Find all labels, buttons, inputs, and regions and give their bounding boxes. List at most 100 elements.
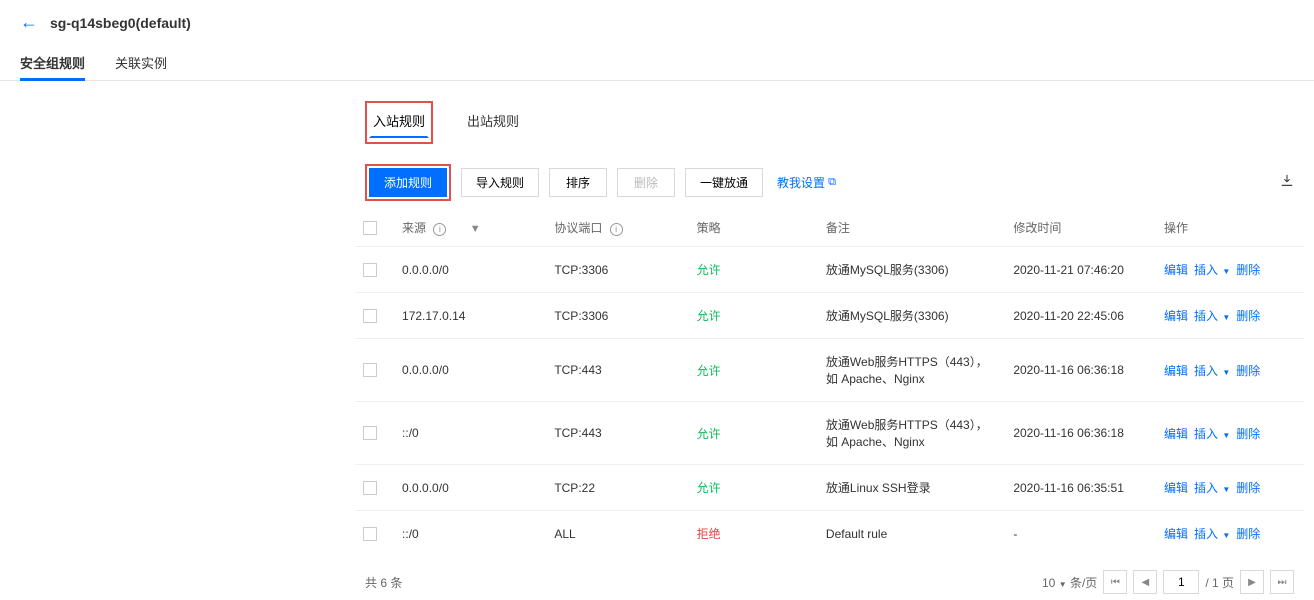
toolbar: 添加规则 导入规则 排序 删除 一键放通 教我设置 ⧉ [355,156,1304,209]
cell-actions: 编辑插入 ▼ 删除 [1156,402,1304,465]
cell-policy: 允许 [689,402,818,465]
row-checkbox[interactable] [363,363,377,377]
sub-tab-inbound[interactable]: 入站规则 [365,101,433,144]
next-page-button[interactable]: ▶ [1240,570,1264,594]
table-footer: 共 6 条 10 ▼ 条/页 ⏮ ◀ / 1 页 ▶ ⏭ [355,556,1304,600]
delete-link[interactable]: 删除 [1236,481,1260,495]
current-page-input[interactable] [1163,570,1199,594]
edit-link[interactable]: 编辑 [1164,527,1188,541]
chevron-down-icon: ▼ [1222,531,1230,540]
cell-source: 172.17.0.14 [394,293,546,339]
total-count: 共 6 条 [365,574,402,591]
row-checkbox[interactable] [363,426,377,440]
col-note-label: 备注 [818,209,1005,247]
info-icon[interactable]: i [610,223,623,236]
tab-security-rules[interactable]: 安全组规则 [20,45,85,80]
table-row: ::/0TCP:443允许放通Web服务HTTPS（443），如 Apache、… [355,402,1304,465]
cell-actions: 编辑插入 ▼ 删除 [1156,247,1304,293]
page-size-selector[interactable]: 10 ▼ 条/页 [1042,574,1097,591]
table-header-row: 来源 i ▼ 协议端口 i 策略 备注 修改时间 操作 [355,209,1304,247]
cell-actions: 编辑插入 ▼ 删除 [1156,293,1304,339]
import-rule-button[interactable]: 导入规则 [461,168,539,197]
cell-protocol: TCP:22 [546,465,688,511]
prev-page-button[interactable]: ◀ [1133,570,1157,594]
col-operation-label: 操作 [1156,209,1304,247]
cell-note: 放通MySQL服务(3306) [818,293,1005,339]
cell-note: 放通Linux SSH登录 [818,465,1005,511]
cell-actions: 编辑插入 ▼ 删除 [1156,511,1304,557]
sub-tab-inbound-label: 入站规则 [369,107,429,138]
cell-modified: 2020-11-16 06:36:18 [1005,339,1156,402]
edit-link[interactable]: 编辑 [1164,364,1188,378]
sort-button[interactable]: 排序 [549,168,607,197]
cell-policy: 允许 [689,247,818,293]
add-rule-highlight: 添加规则 [365,164,451,201]
cell-note: 放通MySQL服务(3306) [818,247,1005,293]
insert-link[interactable]: 插入 ▼ [1194,481,1230,495]
insert-link[interactable]: 插入 ▼ [1194,427,1230,441]
external-link-icon: ⧉ [828,176,836,189]
add-rule-button[interactable]: 添加规则 [369,168,447,197]
insert-link[interactable]: 插入 ▼ [1194,309,1230,323]
delete-link[interactable]: 删除 [1236,309,1260,323]
row-checkbox[interactable] [363,263,377,277]
sub-tabs: 入站规则 出站规则 [355,101,1304,156]
cell-note: Default rule [818,511,1005,557]
delete-link[interactable]: 删除 [1236,364,1260,378]
page-header: ← sg-q14sbeg0(default) [0,0,1314,45]
insert-link[interactable]: 插入 ▼ [1194,527,1230,541]
cell-modified: 2020-11-16 06:35:51 [1005,465,1156,511]
rules-table: 来源 i ▼ 协议端口 i 策略 备注 修改时间 操作 0.0.0.0/0TCP… [355,209,1304,556]
cell-policy: 允许 [689,465,818,511]
first-page-button[interactable]: ⏮ [1103,570,1127,594]
table-row: 172.17.0.14TCP:3306允许放通MySQL服务(3306)2020… [355,293,1304,339]
delete-link[interactable]: 删除 [1236,527,1260,541]
row-checkbox[interactable] [363,309,377,323]
insert-link[interactable]: 插入 ▼ [1194,364,1230,378]
edit-link[interactable]: 编辑 [1164,263,1188,277]
tab-related-instances[interactable]: 关联实例 [115,45,167,80]
chevron-down-icon: ▼ [1222,267,1230,276]
one-click-allow-button[interactable]: 一键放通 [685,168,763,197]
col-source-label: 来源 [402,221,426,235]
col-modified-label: 修改时间 [1005,209,1156,247]
cell-protocol: ALL [546,511,688,557]
row-checkbox[interactable] [363,527,377,541]
cell-source: 0.0.0.0/0 [394,465,546,511]
cell-source: 0.0.0.0/0 [394,339,546,402]
table-row: 0.0.0.0/0TCP:443允许放通Web服务HTTPS（443），如 Ap… [355,339,1304,402]
last-page-button[interactable]: ⏭ [1270,570,1294,594]
cell-modified: - [1005,511,1156,557]
table-row: ::/0ALL拒绝Default rule-编辑插入 ▼删除 [355,511,1304,557]
cell-modified: 2020-11-20 22:45:06 [1005,293,1156,339]
cell-protocol: TCP:443 [546,339,688,402]
cell-source: ::/0 [394,511,546,557]
chevron-down-icon: ▼ [1222,431,1230,440]
edit-link[interactable]: 编辑 [1164,309,1188,323]
info-icon[interactable]: i [433,223,446,236]
delete-link[interactable]: 删除 [1236,263,1260,277]
cell-policy: 允许 [689,339,818,402]
total-pages-label: / 1 页 [1205,574,1234,591]
download-icon[interactable] [1280,174,1294,191]
cell-protocol: TCP:3306 [546,247,688,293]
help-link[interactable]: 教我设置 ⧉ [777,174,836,191]
col-protocol-label: 协议端口 [554,221,602,235]
sub-tab-outbound[interactable]: 出站规则 [463,101,523,144]
delete-link[interactable]: 删除 [1236,427,1260,441]
edit-link[interactable]: 编辑 [1164,427,1188,441]
chevron-down-icon: ▼ [1222,368,1230,377]
cell-modified: 2020-11-21 07:46:20 [1005,247,1156,293]
cell-note: 放通Web服务HTTPS（443），如 Apache、Nginx [818,339,1005,402]
insert-link[interactable]: 插入 ▼ [1194,263,1230,277]
back-arrow-icon[interactable]: ← [20,12,38,33]
cell-note: 放通Web服务HTTPS（443），如 Apache、Nginx [818,402,1005,465]
cell-source: 0.0.0.0/0 [394,247,546,293]
row-checkbox[interactable] [363,481,377,495]
filter-icon[interactable]: ▼ [470,223,481,235]
edit-link[interactable]: 编辑 [1164,481,1188,495]
page-title: sg-q14sbeg0(default) [50,15,191,31]
main-tabs: 安全组规则 关联实例 [0,45,1314,81]
table-row: 0.0.0.0/0TCP:3306允许放通MySQL服务(3306)2020-1… [355,247,1304,293]
select-all-checkbox[interactable] [363,221,377,235]
